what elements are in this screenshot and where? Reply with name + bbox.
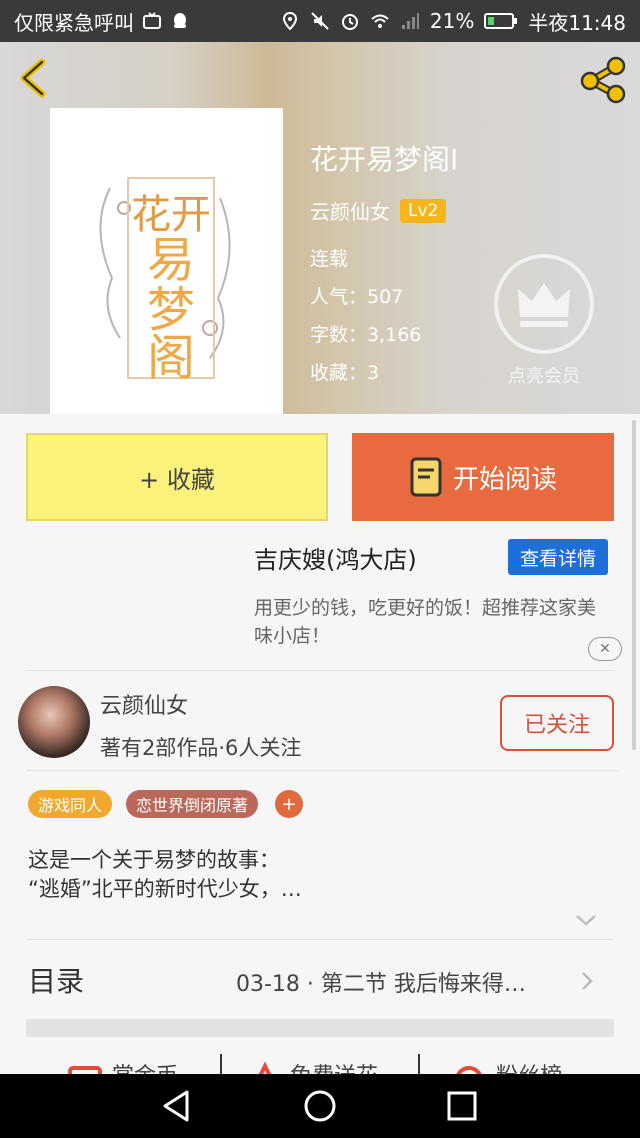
crown-icon <box>518 283 570 327</box>
battery-percent: 21% <box>429 9 475 33</box>
location-icon <box>282 11 297 31</box>
level-badge: Lv2 <box>400 198 447 223</box>
add-tag-button[interactable]: + <box>275 790 303 818</box>
description-line: 这是一个关于易梦的故事： <box>28 848 280 872</box>
scrollbar[interactable] <box>632 420 636 750</box>
popularity: 人气：507 <box>310 286 404 308</box>
author-card-name[interactable]: 云颜仙女 <box>100 688 188 720</box>
nav-home-icon[interactable] <box>300 1086 340 1126</box>
latest-chapter[interactable]: 03-18 · 第二节 我后悔来得… <box>236 966 526 998</box>
section-separator <box>26 1019 614 1037</box>
tag-game-fanfic[interactable]: 游戏同人 <box>28 790 113 818</box>
divider <box>26 670 614 671</box>
ad-title[interactable]: 吉庆嫂(鸿大店) <box>254 540 417 575</box>
book-description[interactable]: 这是一个关于易梦的故事： “逃婚”北平的新时代少女，… <box>28 846 302 904</box>
divider <box>26 939 614 940</box>
favorites-count: 收藏：3 <box>310 362 380 384</box>
tag-original-work[interactable]: 恋世界倒闭原著 <box>126 790 259 818</box>
author-row: 云颜仙女 Lv2 <box>310 196 447 225</box>
separator <box>220 1054 222 1076</box>
status-bar: 仅限紧急呼叫 21% 半夜11:48 <box>0 0 640 42</box>
nav-recents-icon[interactable] <box>442 1086 482 1126</box>
nav-back-icon[interactable] <box>157 1086 197 1126</box>
tv-icon <box>143 12 161 29</box>
svg-text:易: 易 <box>147 232 195 288</box>
start-reading-button[interactable]: 开始阅读 <box>352 433 614 521</box>
catalog-label[interactable]: 目录 <box>28 960 84 1000</box>
cover-art: 花开 易 梦 阁 <box>50 108 283 414</box>
bottom-actions: 赏金币 免费送花 粉丝榜 <box>0 1044 640 1076</box>
divider <box>26 770 620 771</box>
carrier-text: 仅限紧急呼叫 <box>14 10 134 35</box>
wifi-icon <box>371 14 389 28</box>
svg-text:阁: 阁 <box>147 330 195 386</box>
author-card-stats: 著有2部作品·6人关注 <box>100 736 302 760</box>
mute-icon <box>311 12 329 30</box>
separator <box>418 1054 420 1076</box>
word-count: 字数：3,166 <box>310 324 422 346</box>
book-cover[interactable]: 花开 易 梦 阁 <box>50 108 283 414</box>
serial-status: 连载 <box>310 248 349 270</box>
alarm-icon <box>341 14 358 30</box>
vip-badge[interactable]: 点亮会员 <box>494 254 594 394</box>
battery-icon <box>484 13 518 29</box>
vip-label: 点亮会员 <box>508 366 580 387</box>
book-title: 花开易梦阁Ⅰ <box>310 143 459 176</box>
ad-details-button[interactable]: 查看详情 <box>508 539 608 575</box>
ad-close-button[interactable]: ✕ <box>588 637 622 661</box>
description-line: “逃婚”北平的新时代少女，… <box>28 877 302 901</box>
back-icon[interactable] <box>14 56 54 100</box>
book-header: 花开 易 梦 阁 花开易梦阁Ⅰ 云颜仙女 Lv2 连载 人气：507 字数：3,… <box>0 42 640 414</box>
system-nav-bar <box>0 1074 640 1138</box>
ad-description[interactable]: 用更少的钱，吃更好的饭！超推荐这家美味小店！ <box>254 594 614 650</box>
chevron-down-icon[interactable] <box>574 912 598 928</box>
collect-button[interactable]: + 收藏 <box>26 433 328 521</box>
clock: 半夜11:48 <box>528 10 626 35</box>
qq-icon <box>174 13 186 28</box>
author-name[interactable]: 云颜仙女 <box>310 196 390 225</box>
share-icon[interactable] <box>578 56 628 104</box>
follow-button[interactable]: 已关注 <box>500 695 614 751</box>
signal-icon <box>401 13 419 29</box>
avatar[interactable] <box>18 686 90 758</box>
chevron-right-icon[interactable] <box>580 970 594 992</box>
start-reading-label: 开始阅读 <box>452 464 557 495</box>
book-icon <box>410 457 442 497</box>
